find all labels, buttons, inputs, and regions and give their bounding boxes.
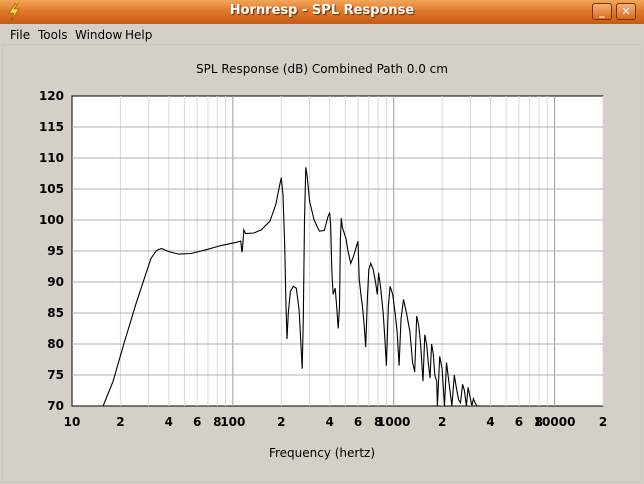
x-tick-label: 100	[220, 415, 245, 429]
y-tick-label: 100	[39, 213, 64, 227]
y-tick-label: 70	[47, 399, 64, 413]
x-tick-label: 1000	[377, 415, 410, 429]
x-tick-label: 4	[486, 415, 494, 429]
y-tick-label: 80	[47, 337, 64, 351]
x-axis-label: Frequency (hertz)	[268, 446, 376, 460]
x-tick-label: 10000	[534, 415, 576, 429]
x-tick-label: 2	[438, 415, 446, 429]
y-tick-label: 95	[47, 244, 64, 258]
y-tick-label: 120	[39, 89, 64, 103]
x-tick-label: 2	[116, 415, 124, 429]
spl-response-chart: 120115110105100959085807570 10 2 4 6 8100 2 4 6…	[39, 89, 607, 429]
y-tick-label: 90	[47, 275, 64, 289]
y-tick-label: 75	[47, 368, 64, 382]
x-tick-label: 2	[277, 415, 285, 429]
x-tick-label: 4	[326, 415, 334, 429]
y-tick-label: 115	[39, 120, 64, 134]
y-tick-label: 105	[39, 182, 64, 196]
x-tick-label: 4	[165, 415, 173, 429]
x-tick-label: 6	[193, 415, 201, 429]
x-tick-label: 10	[64, 415, 81, 429]
x-tick-label: 6	[515, 415, 523, 429]
x-tick-label: 6	[354, 415, 362, 429]
x-tick-label: 2	[599, 415, 607, 429]
y-tick-label: 110	[39, 151, 64, 165]
y-tick-label: 85	[47, 306, 64, 320]
